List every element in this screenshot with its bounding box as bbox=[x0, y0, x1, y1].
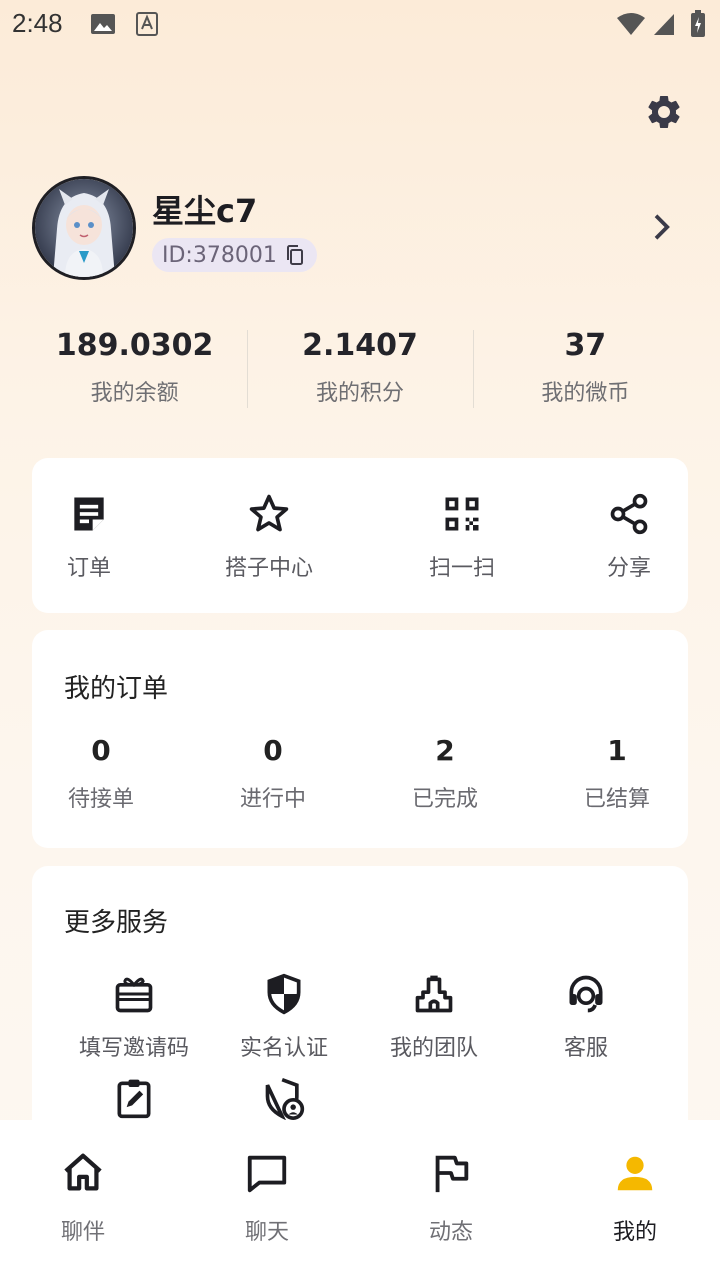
avatar[interactable] bbox=[32, 176, 136, 280]
person-icon bbox=[617, 1156, 653, 1191]
quick-action-label: 订单 bbox=[66, 556, 111, 581]
quick-action-label: 分享 bbox=[606, 556, 651, 581]
quick-actions-card: 订单 搭子中心 扫一扫 分享 bbox=[32, 458, 688, 613]
chat-icon bbox=[247, 1155, 287, 1193]
headset-icon bbox=[569, 975, 603, 1013]
status-time: 2:48 bbox=[12, 8, 63, 38]
tab-moments[interactable]: 动态 bbox=[391, 1150, 511, 1246]
profile-header[interactable]: 星尘c7 ID:378001 bbox=[32, 176, 688, 280]
quick-action-orders[interactable]: 订单 bbox=[14, 492, 164, 582]
stat-balance[interactable]: 189.0302 我的余额 bbox=[22, 326, 247, 412]
copy-icon[interactable] bbox=[283, 243, 307, 267]
service-label: 客服 bbox=[563, 1036, 608, 1061]
quick-action-partner-center[interactable]: 搭子中心 bbox=[194, 492, 344, 582]
chevron-right-icon[interactable] bbox=[646, 212, 676, 242]
tab-companion[interactable]: 聊伴 bbox=[23, 1150, 143, 1246]
order-status-label: 待接单 bbox=[67, 787, 134, 812]
order-count: 0 bbox=[91, 734, 111, 767]
settings-button[interactable] bbox=[644, 92, 684, 132]
tab-label: 动态 bbox=[428, 1220, 473, 1245]
tab-me[interactable]: 我的 bbox=[575, 1150, 695, 1246]
quick-action-share[interactable]: 分享 bbox=[554, 492, 704, 582]
cell-signal-icon bbox=[654, 14, 674, 35]
stat-label: 我的余额 bbox=[90, 381, 179, 406]
shield-icon bbox=[267, 973, 301, 1015]
service-customer-support[interactable]: 客服 bbox=[501, 972, 671, 1062]
quick-action-scan[interactable]: 扫一扫 bbox=[387, 492, 537, 582]
service-real-name-verify[interactable]: 实名认证 bbox=[199, 972, 369, 1062]
order-status-label: 已结算 bbox=[583, 787, 650, 812]
order-note-icon bbox=[74, 497, 104, 531]
order-status-settled[interactable]: 1 已结算 bbox=[547, 734, 687, 813]
team-castle-icon bbox=[415, 975, 453, 1013]
stat-points[interactable]: 2.1407 我的积分 bbox=[247, 326, 472, 412]
services-title: 更多服务 bbox=[64, 908, 169, 938]
stat-value: 2.1407 bbox=[302, 328, 418, 363]
wallet-stats: 189.0302 我的余额 2.1407 我的积分 37 我的微币 bbox=[22, 326, 698, 412]
qr-code-icon bbox=[445, 497, 479, 531]
user-id-text: ID:378001 bbox=[162, 242, 277, 268]
quick-action-label: 扫一扫 bbox=[428, 556, 495, 581]
order-status-in-progress[interactable]: 0 进行中 bbox=[203, 734, 343, 813]
font-notification-icon bbox=[136, 12, 158, 36]
service-label: 我的团队 bbox=[389, 1036, 478, 1061]
gear-icon bbox=[648, 95, 680, 128]
flag-icon bbox=[435, 1155, 469, 1193]
bottom-tab-bar: 聊伴 聊天 动态 我的 bbox=[0, 1120, 720, 1280]
tab-label: 我的 bbox=[612, 1220, 657, 1245]
star-icon bbox=[249, 494, 289, 532]
stat-coins[interactable]: 37 我的微币 bbox=[472, 326, 698, 412]
gift-card-icon bbox=[115, 977, 153, 1013]
service-label: 实名认证 bbox=[239, 1036, 328, 1061]
order-status-label: 已完成 bbox=[411, 787, 478, 812]
order-status-pending[interactable]: 0 待接单 bbox=[31, 734, 171, 813]
tab-label: 聊伴 bbox=[60, 1220, 105, 1245]
avatar-image bbox=[35, 179, 133, 277]
wifi-icon bbox=[617, 13, 645, 35]
service-invite-code[interactable]: 填写邀请码 bbox=[49, 972, 219, 1062]
nickname: 星尘c7 bbox=[152, 192, 258, 230]
battery-icon bbox=[691, 10, 705, 37]
user-id-badge[interactable]: ID:378001 bbox=[152, 238, 317, 272]
home-icon bbox=[64, 1153, 102, 1191]
order-count: 0 bbox=[263, 734, 283, 767]
stat-label: 我的积分 bbox=[315, 381, 404, 406]
my-orders-card: 我的订单 0 待接单 0 进行中 2 已完成 1 已结算 bbox=[32, 630, 688, 848]
service-my-team[interactable]: 我的团队 bbox=[349, 972, 519, 1062]
status-bar: 2:48 bbox=[0, 0, 720, 50]
quick-action-label: 搭子中心 bbox=[224, 556, 313, 581]
service-privacy[interactable] bbox=[199, 1076, 369, 1124]
share-icon bbox=[610, 493, 648, 535]
service-label: 填写邀请码 bbox=[78, 1036, 189, 1061]
order-count: 1 bbox=[607, 734, 627, 767]
order-status-label: 进行中 bbox=[239, 787, 306, 812]
gallery-notification-icon bbox=[91, 14, 115, 34]
shield-user-icon bbox=[265, 1077, 305, 1121]
tab-chat[interactable]: 聊天 bbox=[207, 1150, 327, 1246]
order-status-completed[interactable]: 2 已完成 bbox=[375, 734, 515, 813]
order-count: 2 bbox=[435, 734, 455, 767]
orders-title: 我的订单 bbox=[64, 674, 169, 704]
stat-value: 37 bbox=[564, 328, 607, 363]
clipboard-edit-icon bbox=[117, 1079, 151, 1119]
stat-label: 我的微币 bbox=[541, 381, 630, 406]
tab-label: 聊天 bbox=[244, 1220, 289, 1245]
service-apply[interactable] bbox=[49, 1076, 219, 1124]
stat-value: 189.0302 bbox=[55, 328, 214, 363]
